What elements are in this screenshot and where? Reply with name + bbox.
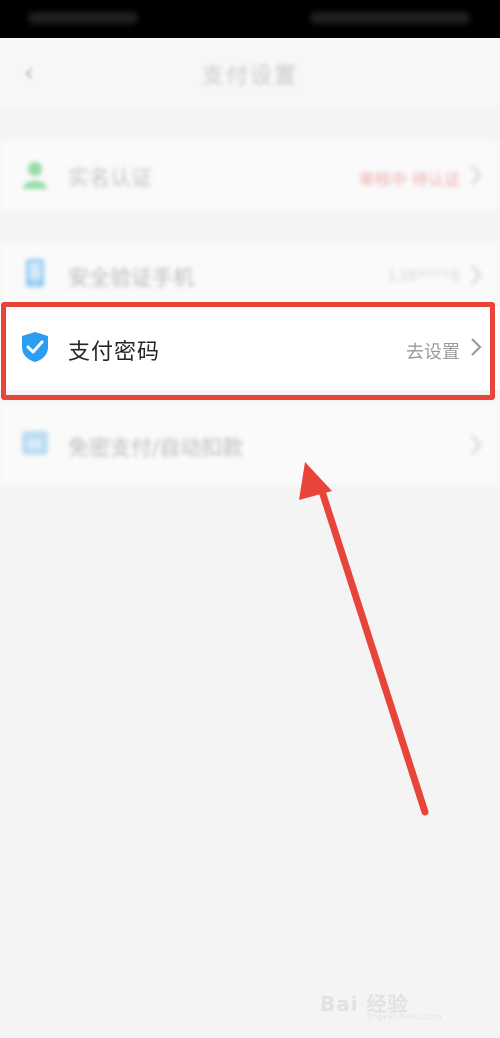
chevron-right-icon [471,435,482,455]
watermark-logo: Bai 经验 jingyan.baidu.com [320,984,470,1024]
list-item-no-password-pay[interactable]: 免密支付/自动扣款 [0,402,500,486]
chevron-right-icon [471,265,482,285]
list-item-phone[interactable]: 安全验证手机 138****8 [0,242,500,304]
card-icon [22,431,48,455]
chevron-right-icon [471,165,482,185]
highlight-box [1,302,495,400]
list-item-value: 138****8 [387,266,460,285]
status-indicators [310,12,470,24]
list-item-identity[interactable]: 实名认证 审核中 待认证 [0,140,500,210]
person-icon [23,162,47,189]
watermark-subtext: jingyan.baidu.com [368,1012,442,1021]
page-title: 支付设置 [201,64,298,89]
list-item-label: 实名认证 [68,166,152,190]
status-bar [0,0,500,38]
list-item-label: 免密支付/自动扣款 [68,436,244,460]
phone-icon [26,259,44,287]
nav-bar: ‹ 支付设置 [0,38,500,108]
list-item-label: 安全验证手机 [68,266,194,290]
status-carrier-text [28,12,138,24]
list-item-value: 审核中 待认证 [358,170,460,189]
